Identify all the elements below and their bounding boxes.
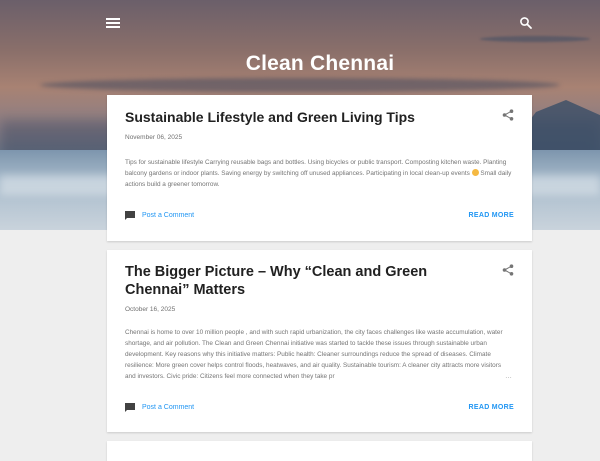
hamburger-menu-icon[interactable] bbox=[106, 16, 120, 30]
read-more-link[interactable]: READ MORE bbox=[469, 212, 514, 219]
blog-title[interactable]: Clean Chennai bbox=[0, 52, 600, 76]
post-comment-link[interactable]: Post a Comment bbox=[125, 403, 194, 412]
cloud bbox=[480, 36, 590, 42]
post-title[interactable]: The Bigger Picture – Why “Clean and Gree… bbox=[125, 263, 485, 299]
smiling-face-emoji-icon bbox=[471, 169, 479, 176]
post-date: November 06, 2025 bbox=[125, 134, 183, 141]
post-title[interactable]: Sustainable Lifestyle and Green Living T… bbox=[125, 108, 485, 126]
cloud bbox=[40, 78, 560, 92]
share-icon[interactable] bbox=[502, 108, 514, 121]
post-comment-label: Post a Comment bbox=[142, 212, 195, 219]
snippet-ellipsis: … bbox=[505, 373, 512, 380]
search-icon[interactable] bbox=[519, 16, 533, 30]
post-snippet-text: Tips for sustainable lifestyle Carrying … bbox=[125, 159, 507, 177]
post-card: The Bigger Picture – Why “Clean and Gree… bbox=[107, 250, 532, 432]
read-more-link[interactable]: READ MORE bbox=[469, 404, 514, 411]
comment-icon bbox=[125, 211, 135, 220]
post-card bbox=[107, 441, 532, 461]
post-card: Sustainable Lifestyle and Green Living T… bbox=[107, 95, 532, 241]
post-snippet: Tips for sustainable lifestyle Carrying … bbox=[125, 157, 513, 190]
post-date: October 16, 2025 bbox=[125, 306, 176, 313]
post-comment-label: Post a Comment bbox=[142, 404, 195, 411]
comment-icon bbox=[125, 403, 135, 412]
share-icon[interactable] bbox=[502, 263, 514, 276]
post-comment-link[interactable]: Post a Comment bbox=[125, 211, 194, 220]
